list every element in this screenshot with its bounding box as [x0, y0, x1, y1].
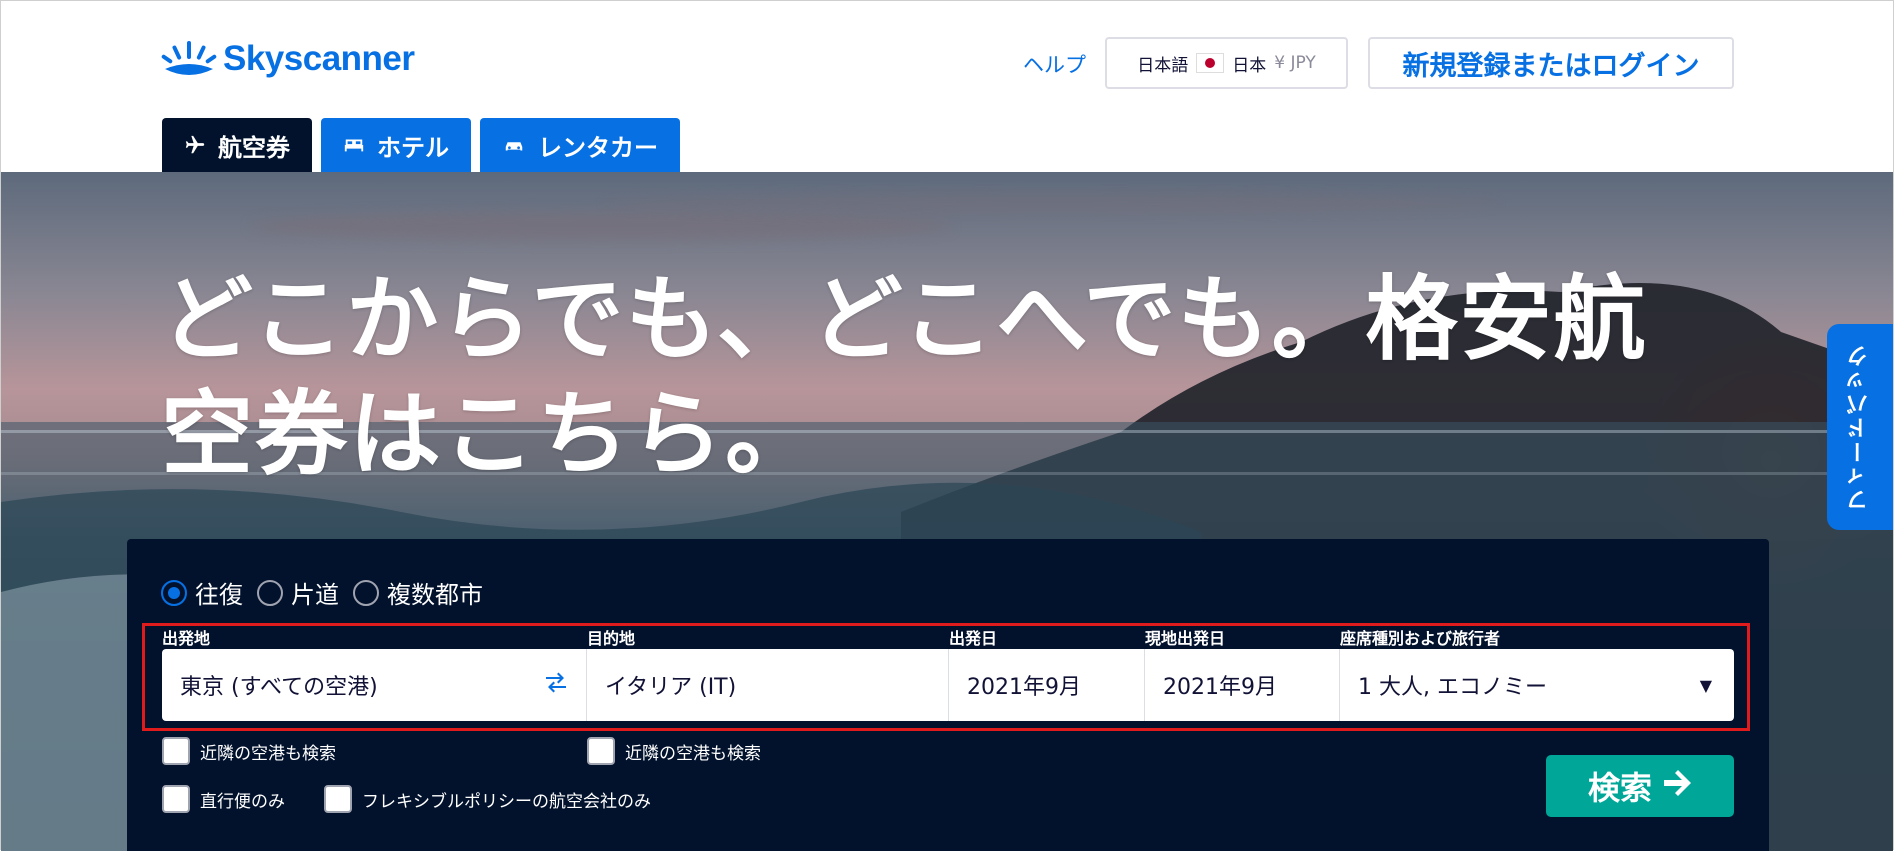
- nearby-destination-label: 近隣の空港も検索: [625, 743, 761, 764]
- origin-input[interactable]: 東京 (すべての空港): [162, 649, 587, 721]
- depart-date-label: 出発日: [949, 629, 998, 648]
- help-link[interactable]: ヘルプ: [1023, 49, 1086, 79]
- depart-date-input[interactable]: 2021年9月: [949, 649, 1145, 721]
- tab-flights-label: 航空券: [218, 133, 290, 162]
- tab-hotels[interactable]: ホテル: [321, 118, 471, 172]
- checkbox[interactable]: [324, 785, 352, 813]
- chevron-down-icon: ▼: [1699, 675, 1712, 695]
- search-button-label: 検索: [1587, 770, 1652, 806]
- nearby-destination-checkbox[interactable]: 近隣の空港も検索: [587, 737, 761, 765]
- flight-search-panel: 往復 片道 複数都市 出発地 目的地 出発日 現地出発日 座席種別および旅行者 …: [127, 539, 1769, 851]
- destination-label: 目的地: [587, 629, 636, 648]
- search-fields-bar: 東京 (すべての空港) イタリア (IT) 2021年9月 2021年9月 1 …: [162, 649, 1734, 721]
- feedback-label: フィードバック: [1847, 343, 1872, 511]
- site-header: Skyscanner ヘルプ 日本語 日本 ¥ JPY 新規登録またはログイン …: [1, 1, 1893, 172]
- radio-multi-city-label: 複数都市: [387, 581, 483, 609]
- cabin-travellers-value: 1 大人, エコノミー: [1358, 675, 1547, 700]
- nearby-origin-label: 近隣の空港も検索: [200, 743, 336, 764]
- direct-only-label: 直行便のみ: [200, 791, 285, 812]
- radio-button[interactable]: [353, 579, 379, 606]
- return-date-input[interactable]: 2021年9月: [1145, 649, 1340, 721]
- car-icon: [502, 134, 526, 156]
- checkbox[interactable]: [162, 785, 190, 813]
- signup-login-button[interactable]: 新規登録またはログイン: [1368, 37, 1734, 89]
- sunrise-logo-icon: [161, 41, 217, 75]
- direct-only-checkbox[interactable]: 直行便のみ: [162, 785, 285, 813]
- cabin-travellers-label: 座席種別および旅行者: [1340, 629, 1501, 648]
- checkbox[interactable]: [162, 737, 190, 765]
- destination-input[interactable]: イタリア (IT): [587, 649, 949, 721]
- nearby-origin-checkbox[interactable]: 近隣の空港も検索: [162, 737, 336, 765]
- radio-multi-city[interactable]: 複数都市: [353, 575, 483, 610]
- tab-flights[interactable]: 航空券: [162, 118, 312, 172]
- return-date-label: 現地出発日: [1145, 629, 1226, 648]
- skyscanner-logo[interactable]: Skyscanner: [161, 39, 415, 79]
- radio-round-trip-label: 往復: [195, 581, 243, 609]
- swap-arrows-icon[interactable]: [544, 671, 568, 699]
- hero-headline: どこからでも、どこへでも。格安航空券はこちら。: [161, 266, 1648, 488]
- airplane-icon: [184, 134, 206, 156]
- tab-car-hire-label: レンタカー: [538, 133, 658, 162]
- country-label: 日本: [1232, 55, 1267, 76]
- radio-one-way-label: 片道: [291, 581, 339, 609]
- flexible-policy-label: フレキシブルポリシーの航空会社のみ: [362, 791, 651, 812]
- radio-one-way[interactable]: 片道: [257, 575, 339, 610]
- feedback-tab[interactable]: フィードバック: [1827, 324, 1893, 530]
- logo-text: Skyscanner: [223, 39, 415, 78]
- radio-button[interactable]: [161, 579, 187, 606]
- tab-car-hire[interactable]: レンタカー: [480, 118, 680, 172]
- locale-currency-button[interactable]: 日本語 日本 ¥ JPY: [1105, 37, 1348, 89]
- return-date-value: 2021年9月: [1163, 675, 1277, 700]
- tab-hotels-label: ホテル: [377, 133, 449, 162]
- currency-label: ¥ JPY: [1274, 53, 1316, 73]
- language-label: 日本語: [1137, 55, 1189, 76]
- radio-round-trip[interactable]: 往復: [161, 575, 243, 610]
- origin-value: 東京 (すべての空港): [180, 675, 378, 700]
- japan-flag-icon: [1196, 53, 1225, 73]
- radio-button[interactable]: [257, 579, 283, 606]
- bed-icon: [343, 134, 365, 156]
- arrow-right-icon: [1662, 768, 1692, 805]
- cabin-travellers-select[interactable]: 1 大人, エコノミー ▼: [1340, 649, 1734, 721]
- flexible-policy-checkbox[interactable]: フレキシブルポリシーの航空会社のみ: [324, 785, 651, 813]
- depart-date-value: 2021年9月: [967, 675, 1081, 700]
- trip-type-selector: 往復 片道 複数都市: [161, 575, 483, 610]
- product-tabs: 航空券 ホテル レンタカー: [162, 118, 680, 172]
- destination-value: イタリア (IT): [605, 675, 737, 700]
- origin-label: 出発地: [162, 629, 211, 648]
- checkbox[interactable]: [587, 737, 615, 765]
- search-button[interactable]: 検索: [1546, 755, 1734, 817]
